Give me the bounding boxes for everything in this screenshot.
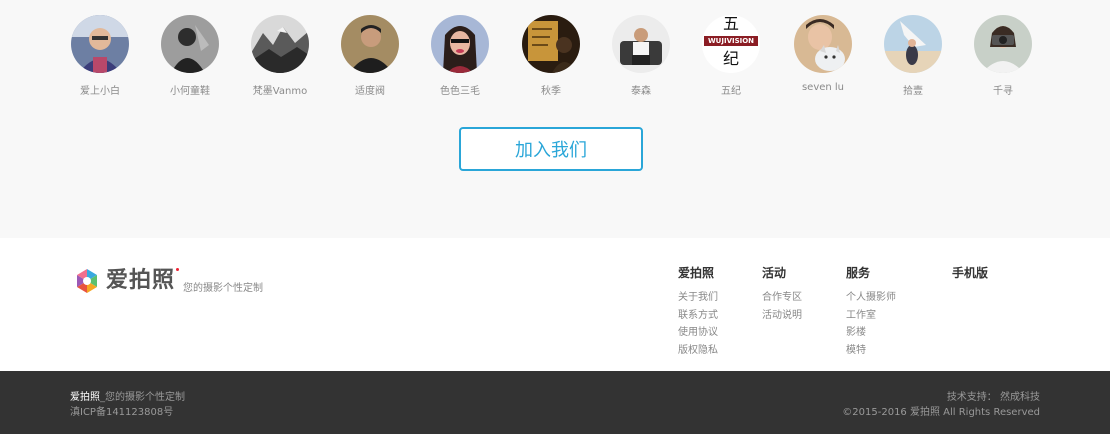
link-privacy[interactable]: 版权隐私: [678, 342, 718, 360]
member-name: 爱上小白: [80, 86, 120, 97]
link-model[interactable]: 模特: [846, 342, 896, 360]
member-card[interactable]: 泰森: [596, 15, 686, 97]
slogan: 您的摄影个性定制: [183, 283, 264, 294]
bottom-bar: 爱拍照_您的摄影个性定制 滇ICP备141123808号 技术支持： 然成科技 …: [0, 371, 1110, 434]
avatar-char-bottom: 纪: [722, 49, 739, 68]
join-us-button[interactable]: 加入我们: [459, 127, 643, 171]
member-name: 千寻: [993, 86, 1013, 97]
member-card[interactable]: 爱上小白: [55, 15, 145, 97]
avatar[interactable]: [974, 15, 1032, 73]
member-name: 秋季: [541, 86, 561, 97]
link-terms[interactable]: 使用协议: [678, 324, 718, 342]
members-section: 爱上小白 小何童鞋 梵墨Vanmo 适度阀 色色三毛 秋季 泰森 五 WUJIV…: [0, 0, 1110, 238]
bottom-brand-line: 爱拍照_您的摄影个性定制: [70, 390, 185, 405]
bottom-brand[interactable]: 爱拍照: [70, 392, 100, 403]
avatar[interactable]: [522, 15, 580, 73]
avatar[interactable]: [161, 15, 219, 73]
member-card[interactable]: seven lu: [778, 15, 868, 93]
link-cooperation[interactable]: 合作专区: [762, 289, 802, 307]
footer-column-services: 服务 个人摄影师 工作室 影楼 模特: [846, 264, 896, 359]
column-title: 活动: [762, 266, 787, 280]
logo-dot: [176, 268, 180, 271]
member-name: 五纪: [721, 86, 741, 97]
member-name: 色色三毛: [440, 86, 480, 97]
copyright: ©2015-2016 爱拍照 All Rights Reserved: [842, 407, 1040, 418]
bottom-left: 爱拍照_您的摄影个性定制 滇ICP备141123808号: [70, 390, 185, 420]
avatar[interactable]: [794, 15, 852, 73]
member-card[interactable]: 小何童鞋: [145, 15, 235, 97]
avatar[interactable]: [431, 15, 489, 73]
avatar[interactable]: [341, 15, 399, 73]
bottom-right: 技术支持： 然成科技 ©2015-2016 爱拍照 All Rights Res…: [842, 390, 1040, 420]
avatar-char-top: 五: [722, 15, 739, 33]
member-card[interactable]: 适度阀: [325, 15, 415, 97]
footer-column-about: 爱拍照 关于我们 联系方式 使用协议 版权隐私: [678, 264, 718, 359]
member-name: 梵墨Vanmo: [252, 86, 308, 97]
member-card[interactable]: 秋季: [506, 15, 596, 97]
avatar[interactable]: [884, 15, 942, 73]
member-card[interactable]: 五 WUJIVISION 纪 五纪: [686, 15, 776, 97]
link-studio[interactable]: 工作室: [846, 307, 896, 325]
footer-column-activities: 活动 合作专区 活动说明: [762, 264, 802, 324]
link-about-us[interactable]: 关于我们: [678, 289, 718, 307]
member-name: 拾壹: [903, 86, 923, 97]
member-name: 适度阀: [355, 86, 385, 97]
member-card[interactable]: 拾壹: [868, 15, 958, 97]
member-card[interactable]: 色色三毛: [415, 15, 505, 97]
footer-logo[interactable]: 爱拍照 您的摄影个性定制: [72, 266, 263, 296]
site-footer: 爱拍照 您的摄影个性定制 爱拍照 关于我们 联系方式 使用协议 版权隐私 活动 …: [0, 238, 1110, 371]
link-activity-info[interactable]: 活动说明: [762, 307, 802, 325]
logo-text: 爱拍照: [106, 268, 176, 293]
avatar[interactable]: [71, 15, 129, 73]
avatar[interactable]: [612, 15, 670, 73]
member-name: 小何童鞋: [170, 86, 210, 97]
member-name: seven lu: [801, 82, 845, 93]
member-name: 泰森: [631, 86, 651, 97]
mobile-version-link[interactable]: 手机版: [952, 264, 988, 281]
icp-number[interactable]: 滇ICP备141123808号: [70, 405, 185, 420]
link-photographer[interactable]: 个人摄影师: [846, 289, 896, 307]
column-title: 爱拍照: [678, 266, 715, 280]
tech-support: 技术支持： 然成科技: [946, 392, 1040, 403]
avatar[interactable]: 五 WUJIVISION 纪: [702, 15, 760, 73]
column-title: 服务: [846, 266, 871, 280]
link-contact[interactable]: 联系方式: [678, 307, 718, 325]
link-photo-studio[interactable]: 影楼: [846, 324, 896, 342]
avatar[interactable]: [251, 15, 309, 73]
camera-aperture-icon: [77, 269, 97, 293]
footer-column-mobile: 手机版: [952, 264, 988, 289]
member-card[interactable]: 梵墨Vanmo: [235, 15, 325, 97]
member-card[interactable]: 千寻: [958, 15, 1048, 97]
bottom-brand-suffix: _您的摄影个性定制: [100, 392, 185, 403]
avatar-banner: WUJIVISION: [704, 36, 758, 46]
